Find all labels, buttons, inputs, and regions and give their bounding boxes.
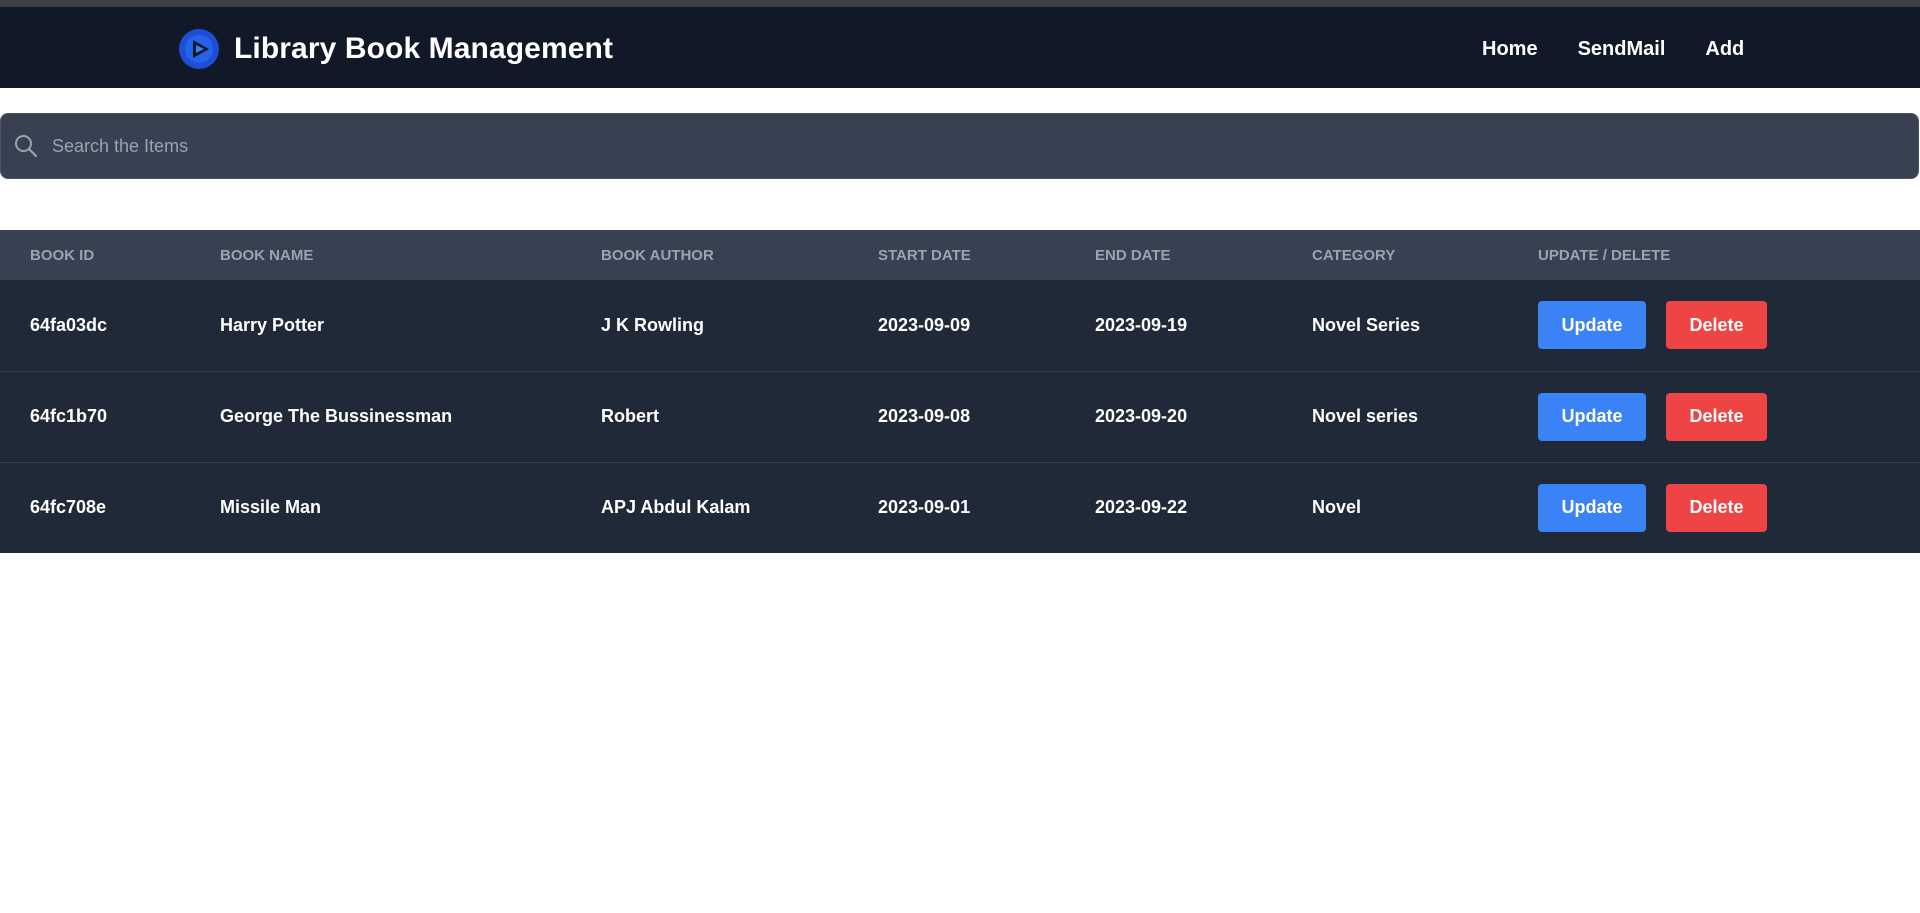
cell-start-date: 2023-09-08 [878,406,971,426]
cell-end-date: 2023-09-19 [1095,314,1188,335]
cell-actions: Update Delete [1508,280,1920,371]
update-button[interactable]: Update [1538,301,1646,350]
browser-top-strip [0,0,1920,7]
cell-start-date: 2023-09-01 [878,497,971,518]
cell-end-date: 2023-09-20 [1095,406,1188,426]
header-update-delete: Update / Delete [1538,246,1671,264]
cell-category: Novel Series [1312,314,1421,335]
cell-start-date: 2023-09-09 [878,314,971,335]
cell-actions: Update Delete [1508,462,1920,553]
cell-category: Novel series [1312,406,1419,426]
header-end-date: End Date [1095,246,1171,264]
header-category: Category [1312,246,1396,264]
header-start-date: Start Date [878,246,971,264]
table-row: 64fc708e Missile Man APJ Abdul Kalam 202… [0,462,1920,553]
navbar: Library Book Management Home SendMail Ad… [0,7,1920,88]
books-table: Book ID Book Name Book Author Start Date… [0,230,1920,553]
table-row: 64fc1b70 George The Bussinessman Robert … [0,371,1920,462]
nav-add-link[interactable]: Add [1705,38,1744,61]
cell-book-id: 64fc1b70 [30,406,108,426]
header-book-id: Book ID [30,246,95,264]
cell-book-author: APJ Abdul Kalam [601,497,751,518]
cell-book-name: Harry Potter [220,314,325,335]
cell-book-id: 64fa03dc [30,314,108,335]
table-header-row: Book ID Book Name Book Author Start Date… [0,230,1920,280]
cell-book-author: J K Rowling [601,314,704,335]
delete-button[interactable]: Delete [1666,483,1767,532]
play-circle-logo-icon [179,29,219,69]
brand[interactable]: Library Book Management [179,29,613,69]
app-title: Library Book Management [234,32,614,65]
update-button[interactable]: Update [1538,483,1646,532]
update-button[interactable]: Update [1538,392,1646,441]
header-book-name: Book Name [220,246,314,264]
delete-button[interactable]: Delete [1666,301,1767,350]
delete-button[interactable]: Delete [1666,392,1767,441]
search-bar [0,113,1919,179]
cell-category: Novel [1312,497,1362,518]
cell-book-name: George The Bussinessman [220,406,453,426]
search-input[interactable] [50,125,1894,167]
cell-end-date: 2023-09-22 [1095,497,1188,518]
header-book-author: Book Author [601,246,714,264]
cell-book-author: Robert [601,406,659,426]
nav-home-link[interactable]: Home [1482,38,1538,61]
cell-actions: Update Delete [1508,371,1920,462]
cell-book-id: 64fc708e [30,497,107,518]
search-icon [15,135,38,158]
main-nav: Home SendMail Add [1482,38,1744,61]
cell-book-name: Missile Man [220,497,322,518]
nav-sendmail-link[interactable]: SendMail [1578,38,1666,61]
table-row: 64fa03dc Harry Potter J K Rowling 2023-0… [0,280,1920,371]
